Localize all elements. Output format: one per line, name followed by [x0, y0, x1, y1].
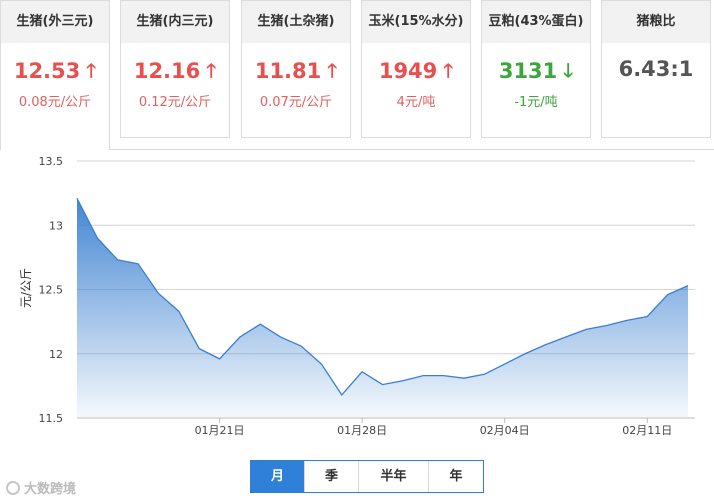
up-arrow-icon: 🡑 — [443, 60, 454, 82]
card-title: 生猪(外三元) — [1, 1, 109, 43]
card-title: 玉米(15%水分) — [362, 1, 470, 43]
tab-year[interactable]: 年 — [429, 461, 483, 492]
card-change: 0.07元/公斤 — [259, 95, 333, 110]
card-change: 0.12元/公斤 — [138, 95, 212, 110]
card-pig-outer[interactable]: 生猪(外三元) 12.53 🡑 0.08元/公斤 — [0, 0, 110, 150]
card-soybean-meal[interactable]: 豆粕(43%蛋白) 3131 🡓 -1元/吨 — [481, 0, 591, 138]
chart-panel: 01月21日 01月28日 02月04日 02月11日 11.5 12 12.5 13 13.… — [0, 149, 714, 501]
y-tick-label: 13 — [49, 219, 63, 232]
card-price: 11.81 🡑 — [242, 57, 350, 87]
card-price: 6.43:1 — [618, 57, 694, 81]
card-change: 4元/吨 — [396, 95, 436, 110]
card-title: 生猪(土杂猪) — [242, 1, 350, 43]
card-price: 3131 🡓 — [482, 57, 590, 87]
x-tick-label: 01月28日 — [337, 424, 387, 437]
x-tick-label: 01月21日 — [195, 424, 245, 437]
tab-month[interactable]: 月 — [251, 461, 305, 492]
card-corn[interactable]: 玉米(15%水分) 1949 🡑 4元/吨 — [361, 0, 471, 138]
card-pig-grain-ratio[interactable]: 猪粮比 6.43:1 — [601, 0, 711, 138]
up-arrow-icon: 🡑 — [206, 60, 217, 82]
card-pig-inner[interactable]: 生猪(内三元) 12.16 🡑 0.12元/公斤 — [120, 0, 230, 138]
card-price: 1949 🡑 — [362, 57, 470, 87]
y-tick-label: 12.5 — [39, 284, 64, 297]
card-change: -1元/吨 — [514, 95, 558, 110]
up-arrow-icon: 🡑 — [327, 60, 338, 82]
up-arrow-icon: 🡑 — [86, 60, 97, 82]
period-tabs: 月 季 半年 年 — [250, 460, 484, 493]
card-title: 生猪(内三元) — [121, 1, 229, 43]
price-area-chart: 01月21日 01月28日 02月04日 02月11日 11.5 12 12.5 13 13.… — [19, 155, 695, 437]
y-tick-label: 11.5 — [39, 412, 64, 425]
tab-quarter[interactable]: 季 — [305, 461, 359, 492]
down-arrow-icon: 🡓 — [563, 60, 574, 82]
y-axis-label: 元/公斤 — [19, 268, 33, 308]
watermark-logo-icon — [6, 481, 20, 495]
y-tick-label: 13.5 — [39, 155, 64, 168]
y-tick-label: 12 — [49, 348, 63, 361]
x-tick-label: 02月04日 — [480, 424, 530, 437]
pig-price-widget: 生猪(外三元) 12.53 🡑 0.08元/公斤 生猪(内三元) 12.16 🡑 0… — [0, 0, 714, 501]
price-cards: 生猪(外三元) 12.53 🡑 0.08元/公斤 生猪(内三元) 12.16 🡑 0… — [0, 0, 714, 150]
card-pig-local[interactable]: 生猪(土杂猪) 11.81 🡑 0.07元/公斤 — [241, 0, 351, 138]
card-title: 豆粕(43%蛋白) — [482, 1, 590, 43]
x-tick-label: 02月11日 — [622, 424, 672, 437]
card-change: 0.08元/公斤 — [18, 95, 92, 110]
tab-half-year[interactable]: 半年 — [359, 461, 429, 492]
watermark: 大数跨境 — [6, 478, 76, 497]
card-price: 12.53 🡑 — [1, 57, 109, 87]
card-title: 猪粮比 — [602, 1, 710, 43]
card-price: 12.16 🡑 — [121, 57, 229, 87]
